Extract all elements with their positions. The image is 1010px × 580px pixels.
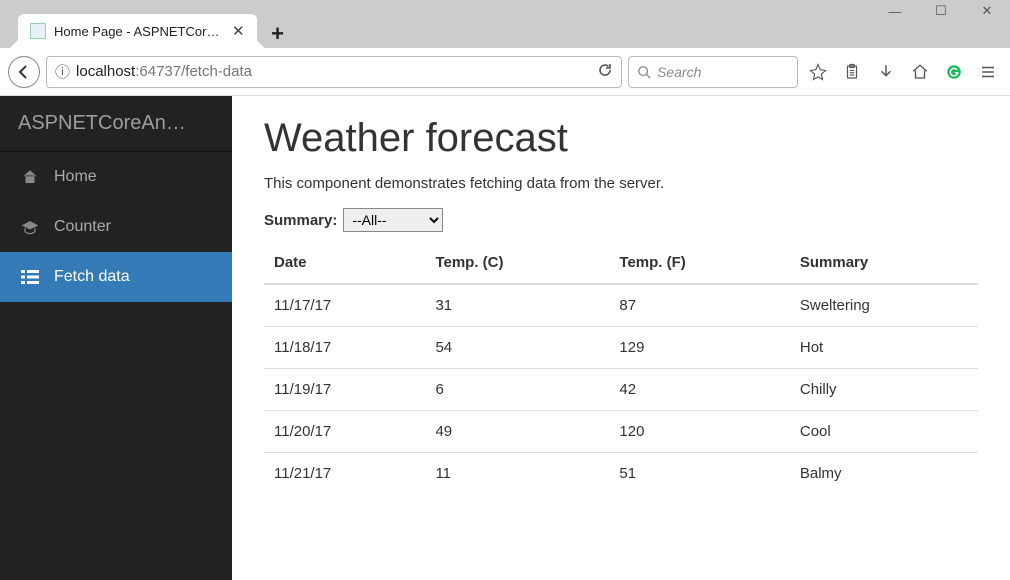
filter-label: Summary:	[264, 212, 337, 229]
minimize-button[interactable]: —	[872, 0, 918, 22]
filter-row: Summary: --All--	[264, 208, 978, 232]
page-title: Weather forecast	[264, 116, 978, 161]
close-tab-icon[interactable]: ✕	[232, 22, 245, 40]
cell-date: 11/19/17	[264, 369, 425, 411]
browser-toolbar: ⓘ localhost:64737/fetch-data Search	[0, 48, 1010, 96]
reload-icon	[597, 62, 613, 78]
col-summary: Summary	[790, 242, 978, 284]
main-content: Weather forecast This component demonstr…	[232, 96, 1010, 580]
cell-f: 42	[609, 369, 789, 411]
clipboard-button[interactable]	[838, 58, 866, 86]
search-icon	[637, 65, 651, 79]
col-temp-f: Temp. (F)	[609, 242, 789, 284]
url-path: /fetch-data	[181, 63, 252, 80]
col-date: Date	[264, 242, 425, 284]
sidebar-item-home[interactable]: Home	[0, 152, 232, 202]
cell-summary: Chilly	[790, 369, 978, 411]
close-window-button[interactable]: ✕	[964, 0, 1010, 22]
sidebar-item-label: Counter	[54, 218, 111, 236]
hamburger-icon	[979, 63, 997, 81]
cell-date: 11/21/17	[264, 453, 425, 495]
home-icon	[911, 63, 929, 81]
url-bar[interactable]: ⓘ localhost:64737/fetch-data	[46, 56, 622, 88]
grammarly-button[interactable]	[940, 58, 968, 86]
cell-date: 11/20/17	[264, 411, 425, 453]
page-subtitle: This component demonstrates fetching dat…	[264, 175, 978, 192]
cell-f: 51	[609, 453, 789, 495]
downloads-button[interactable]	[872, 58, 900, 86]
search-bar[interactable]: Search	[628, 56, 798, 88]
list-icon	[20, 270, 40, 284]
table-row: 11/19/17642Chilly	[264, 369, 978, 411]
cell-c: 54	[425, 327, 609, 369]
sidebar-item-label: Fetch data	[54, 268, 130, 286]
col-temp-c: Temp. (C)	[425, 242, 609, 284]
cell-summary: Hot	[790, 327, 978, 369]
forecast-table: Date Temp. (C) Temp. (F) Summary 11/17/1…	[264, 242, 978, 494]
new-tab-button[interactable]: +	[263, 20, 293, 48]
cell-f: 87	[609, 284, 789, 327]
download-icon	[877, 63, 895, 81]
sidebar-item-counter[interactable]: Counter	[0, 202, 232, 252]
home-icon	[20, 168, 40, 186]
back-button[interactable]	[8, 56, 40, 88]
table-row: 11/21/171151Balmy	[264, 453, 978, 495]
arrow-left-icon	[16, 64, 32, 80]
info-icon[interactable]: ⓘ	[55, 61, 70, 82]
window-controls: — ☐ ✕	[872, 0, 1010, 22]
graduation-cap-icon	[20, 219, 40, 235]
sidebar-item-label: Home	[54, 168, 97, 186]
url-port: :64737	[135, 63, 181, 80]
table-row: 11/20/1749120Cool	[264, 411, 978, 453]
summary-filter-select[interactable]: --All--	[343, 208, 443, 232]
star-icon	[809, 63, 827, 81]
cell-c: 11	[425, 453, 609, 495]
clipboard-icon	[843, 63, 861, 81]
cell-f: 120	[609, 411, 789, 453]
app-body: ASPNETCoreAn… Home Counter Fetch data We…	[0, 96, 1010, 580]
grammarly-icon	[945, 63, 963, 81]
table-header-row: Date Temp. (C) Temp. (F) Summary	[264, 242, 978, 284]
cell-summary: Cool	[790, 411, 978, 453]
maximize-button[interactable]: ☐	[918, 0, 964, 22]
cell-c: 49	[425, 411, 609, 453]
sidebar: ASPNETCoreAn… Home Counter Fetch data	[0, 96, 232, 580]
favicon-icon	[30, 23, 46, 39]
tab-strip: Home Page - ASPNETCoreAn ✕ +	[0, 0, 293, 48]
brand-title[interactable]: ASPNETCoreAn…	[0, 96, 232, 152]
menu-button[interactable]	[974, 58, 1002, 86]
url-host: localhost	[76, 63, 135, 80]
cell-c: 6	[425, 369, 609, 411]
cell-date: 11/18/17	[264, 327, 425, 369]
sidebar-item-fetch-data[interactable]: Fetch data	[0, 252, 232, 302]
home-button[interactable]	[906, 58, 934, 86]
table-row: 11/18/1754129Hot	[264, 327, 978, 369]
cell-f: 129	[609, 327, 789, 369]
table-row: 11/17/173187Sweltering	[264, 284, 978, 327]
reload-button[interactable]	[597, 62, 613, 82]
cell-c: 31	[425, 284, 609, 327]
browser-tab[interactable]: Home Page - ASPNETCoreAn ✕	[18, 14, 257, 48]
tab-title: Home Page - ASPNETCoreAn	[54, 24, 224, 39]
cell-date: 11/17/17	[264, 284, 425, 327]
cell-summary: Sweltering	[790, 284, 978, 327]
window-titlebar: Home Page - ASPNETCoreAn ✕ + — ☐ ✕	[0, 0, 1010, 48]
cell-summary: Balmy	[790, 453, 978, 495]
search-placeholder: Search	[657, 64, 701, 80]
bookmark-star-button[interactable]	[804, 58, 832, 86]
